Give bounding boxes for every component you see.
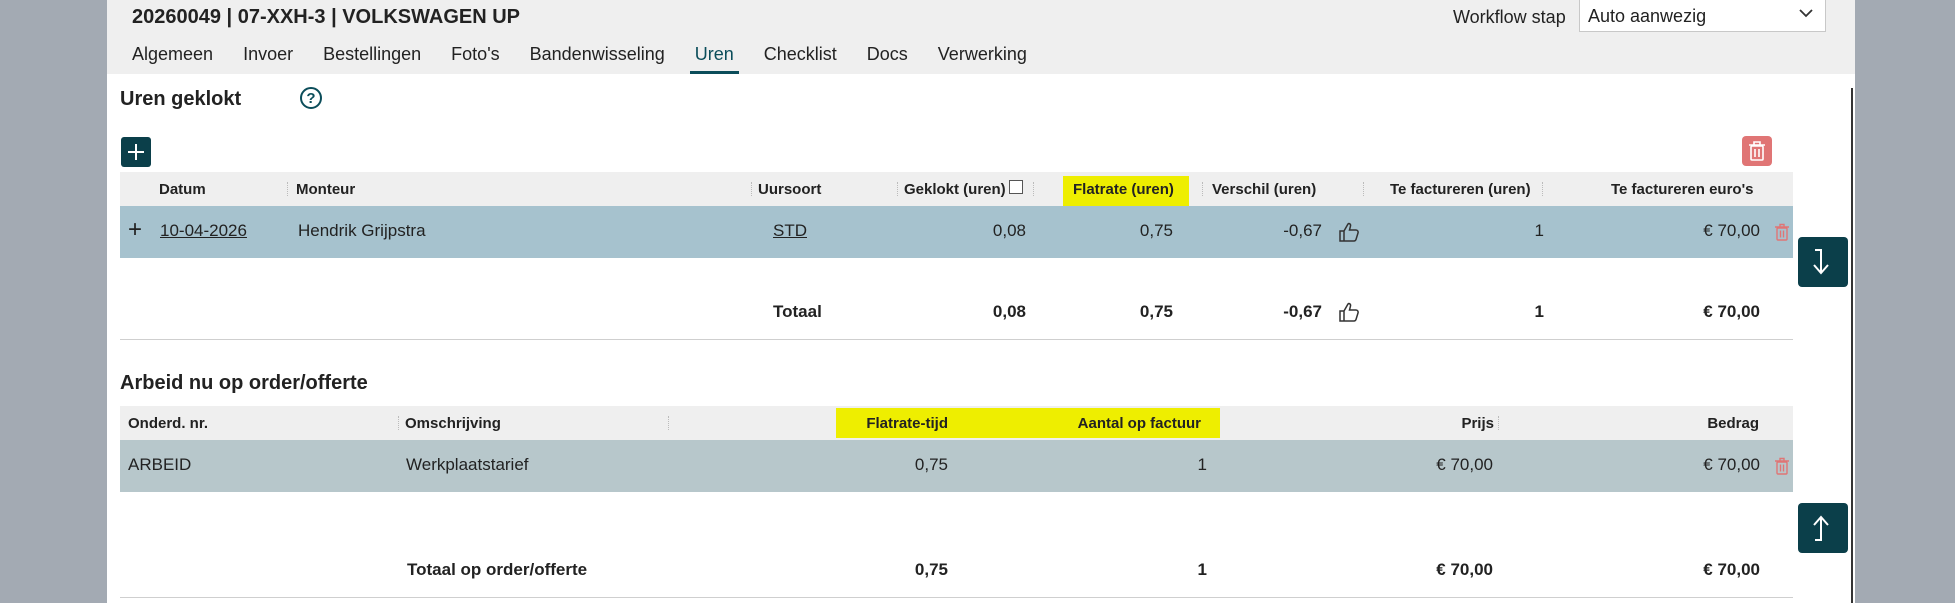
- col-te-factureren-uren: Te factureren (uren): [1390, 181, 1531, 198]
- tab-docs[interactable]: Docs: [867, 44, 908, 74]
- hours-to-invoice-euros: € 70,00: [1703, 221, 1760, 240]
- workflow-value: Auto aanwezig: [1588, 6, 1707, 26]
- col-separator: [897, 182, 898, 196]
- col-te-factureren-euros: Te factureren euro's: [1611, 181, 1754, 198]
- plus-icon: [128, 144, 144, 160]
- workflow-select[interactable]: Auto aanwezig: [1579, 0, 1826, 32]
- col-uursoort: Uursoort: [758, 181, 822, 198]
- scroll-up-button[interactable]: [1798, 503, 1848, 553]
- hours-row[interactable]: + 10-04-2026 Hendrik Grijpstra STD 0,08 …: [120, 206, 1793, 258]
- order-panel: 20260049 | 07-XXH-3 | VOLKSWAGEN UP Work…: [107, 0, 1855, 603]
- chevron-down-icon: [1799, 9, 1813, 18]
- hours-table-header: Datum Monteur Uursoort Geklokt (uren) Fl…: [120, 172, 1793, 206]
- labor-price: € 70,00: [1436, 455, 1493, 474]
- col-separator: [1498, 416, 1499, 430]
- hours-to-invoice: 1: [1534, 221, 1544, 240]
- col-onderd-nr: Onderd. nr.: [128, 415, 209, 432]
- hours-total-label: Totaal: [773, 302, 822, 321]
- col-separator: [751, 182, 752, 196]
- labor-total-row: Totaal op order/offerte 0,75 1 € 70,00 €…: [120, 554, 1793, 584]
- col-separator: [668, 416, 669, 430]
- labor-flatrate-time: 0,75: [914, 455, 948, 474]
- hours-difference: -0,67: [1283, 221, 1322, 240]
- hours-clocked: 0,08: [992, 221, 1026, 240]
- hours-section-title: Uren geklokt: [120, 88, 242, 110]
- scroll-down-button[interactable]: [1798, 237, 1848, 287]
- help-icon[interactable]: ?: [300, 87, 322, 109]
- col-separator: [287, 182, 288, 196]
- col-separator: [1202, 182, 1203, 196]
- labor-total-quantity: 1: [1197, 560, 1207, 579]
- col-geklokt: Geklokt (uren): [904, 181, 1006, 198]
- col-omschrijving: Omschrijving: [405, 415, 501, 432]
- labor-table-header: Onderd. nr. Omschrijving Flatrate-tijd A…: [120, 406, 1793, 440]
- geklokt-checkbox[interactable]: [1009, 180, 1023, 194]
- hours-type-link[interactable]: STD: [773, 221, 807, 241]
- tab-uren[interactable]: Uren: [689, 44, 739, 74]
- divider: [120, 339, 1793, 340]
- order-header: 20260049 | 07-XXH-3 | VOLKSWAGEN UP Work…: [107, 0, 1855, 74]
- col-bedrag: Bedrag: [1707, 415, 1759, 432]
- col-separator: [1363, 182, 1364, 196]
- labor-code: ARBEID: [128, 455, 192, 474]
- scrollbar[interactable]: [1851, 88, 1853, 603]
- tab-invoer[interactable]: Invoer: [243, 44, 293, 74]
- col-prijs: Prijs: [1461, 415, 1494, 432]
- arrow-up-icon: [1813, 515, 1829, 541]
- hours-total-difference: -0,67: [1283, 302, 1322, 321]
- hours-mechanic: Hendrik Grijpstra: [298, 221, 426, 240]
- labor-total-flatrate-time: 0,75: [914, 560, 948, 579]
- labor-section-title: Arbeid nu op order/offerte: [120, 372, 368, 394]
- col-datum: Datum: [159, 181, 206, 198]
- labor-amount: € 70,00: [1703, 455, 1760, 474]
- tab-checklist[interactable]: Checklist: [764, 44, 837, 74]
- divider: [120, 597, 1793, 598]
- trash-icon[interactable]: [1774, 223, 1790, 241]
- trash-icon[interactable]: [1774, 457, 1790, 475]
- col-flatrate-tijd: Flatrate-tijd: [866, 415, 948, 432]
- tab-fotos[interactable]: Foto's: [451, 44, 499, 74]
- col-monteur: Monteur: [296, 181, 356, 198]
- arrow-down-icon: [1813, 249, 1829, 275]
- thumbs-up-icon: [1339, 302, 1359, 322]
- labor-total-label: Totaal op order/offerte: [407, 560, 588, 579]
- tab-bar: Algemeen Invoer Bestellingen Foto's Band…: [132, 44, 1057, 74]
- hours-total-to-invoice: 1: [1534, 302, 1544, 321]
- hours-total-clocked: 0,08: [992, 302, 1026, 321]
- trash-icon: [1749, 141, 1765, 161]
- labor-row[interactable]: ARBEID Werkplaatstarief 0,75 1 € 70,00 €…: [120, 440, 1793, 492]
- labor-total-price: € 70,00: [1436, 560, 1493, 579]
- col-separator: [1542, 182, 1543, 196]
- hours-total-flatrate: 0,75: [1139, 302, 1173, 321]
- col-separator: [1033, 182, 1034, 196]
- expand-row-button[interactable]: +: [128, 216, 142, 244]
- labor-description: Werkplaatstarief: [406, 455, 529, 474]
- tab-bestellingen[interactable]: Bestellingen: [323, 44, 421, 74]
- col-separator: [398, 416, 399, 430]
- hours-total-to-invoice-euros: € 70,00: [1703, 302, 1760, 321]
- tab-algemeen[interactable]: Algemeen: [132, 44, 213, 74]
- workflow-label: Workflow stap: [1453, 7, 1566, 27]
- labor-total-amount: € 70,00: [1703, 560, 1760, 579]
- labor-quantity: 1: [1197, 455, 1207, 474]
- col-verschil: Verschil (uren): [1212, 181, 1317, 198]
- hours-total-row: Totaal 0,08 0,75 -0,67 1 € 70,00: [120, 296, 1793, 326]
- delete-all-button[interactable]: [1742, 136, 1772, 166]
- add-hours-button[interactable]: [121, 137, 151, 167]
- hours-date-link[interactable]: 10-04-2026: [160, 221, 247, 241]
- thumbs-up-icon: [1339, 222, 1359, 242]
- page-title: 20260049 | 07-XXH-3 | VOLKSWAGEN UP: [132, 6, 521, 28]
- hours-flatrate: 0,75: [1139, 221, 1173, 240]
- tab-bandenwisseling[interactable]: Bandenwisseling: [530, 44, 665, 74]
- col-aantal: Aantal op factuur: [1077, 415, 1201, 432]
- tab-verwerking[interactable]: Verwerking: [938, 44, 1027, 74]
- col-flatrate: Flatrate (uren): [1073, 181, 1174, 198]
